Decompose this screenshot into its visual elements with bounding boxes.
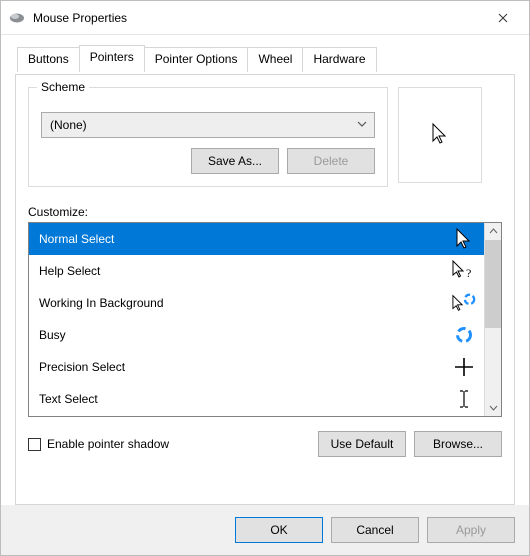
scroll-up-button[interactable] [485,223,501,240]
list-item[interactable]: Precision Select [29,351,484,383]
cursor-arrow-icon [452,227,476,251]
dialog-footer: OK Cancel Apply [1,505,529,555]
titlebar: Mouse Properties [1,1,529,35]
cursor-working-icon [452,291,476,315]
scheme-dropdown[interactable]: (None) [41,112,375,138]
scrollbar[interactable] [484,223,501,416]
use-default-button[interactable]: Use Default [318,431,406,457]
tab-pointer-options[interactable]: Pointer Options [144,47,249,72]
tab-hardware[interactable]: Hardware [302,47,376,72]
tabstrip: Buttons Pointers Pointer Options Wheel H… [15,45,515,75]
scroll-down-button[interactable] [485,399,501,416]
list-item-label: Busy [39,328,66,342]
scheme-group-label: Scheme [37,80,89,94]
tab-wheel[interactable]: Wheel [247,47,303,72]
list-item[interactable]: Working In Background [29,287,484,319]
list-item[interactable]: Help Select ? [29,255,484,287]
tab-body: Scheme (None) Save As... Delete [15,75,515,505]
customize-label: Customize: [28,205,502,219]
chevron-down-icon [356,118,368,130]
list-item-label: Help Select [39,264,100,278]
mouse-icon [9,12,25,24]
checkbox-icon [28,438,41,451]
close-button[interactable] [481,3,525,33]
cursor-preview [398,87,482,183]
customize-list: Normal Select Help Select ? Work [28,222,502,417]
delete-button: Delete [287,148,375,174]
scrollbar-thumb[interactable] [485,240,501,328]
cursor-text-icon [452,387,476,411]
window-title: Mouse Properties [33,11,481,25]
list-item[interactable]: Busy [29,319,484,351]
enable-shadow-label: Enable pointer shadow [47,437,169,451]
list-item-label: Precision Select [39,360,125,374]
list-item-label: Normal Select [39,232,114,246]
cursor-help-icon: ? [452,259,476,283]
scheme-group: Scheme (None) Save As... Delete [28,87,388,187]
enable-shadow-checkbox[interactable]: Enable pointer shadow [28,437,318,451]
ok-button[interactable]: OK [235,517,323,543]
tab-pointers[interactable]: Pointers [79,45,145,70]
svg-text:?: ? [466,266,471,280]
cursor-precision-icon [452,355,476,379]
save-as-button[interactable]: Save As... [191,148,279,174]
tab-buttons[interactable]: Buttons [17,47,80,72]
list-item[interactable]: Text Select [29,383,484,415]
list-item-label: Text Select [39,392,98,406]
scheme-selected: (None) [50,118,87,132]
list-item-label: Working In Background [39,296,164,310]
browse-button[interactable]: Browse... [414,431,502,457]
apply-button: Apply [427,517,515,543]
cancel-button[interactable]: Cancel [331,517,419,543]
cursor-busy-icon [452,323,476,347]
list-item[interactable]: Normal Select [29,223,484,255]
